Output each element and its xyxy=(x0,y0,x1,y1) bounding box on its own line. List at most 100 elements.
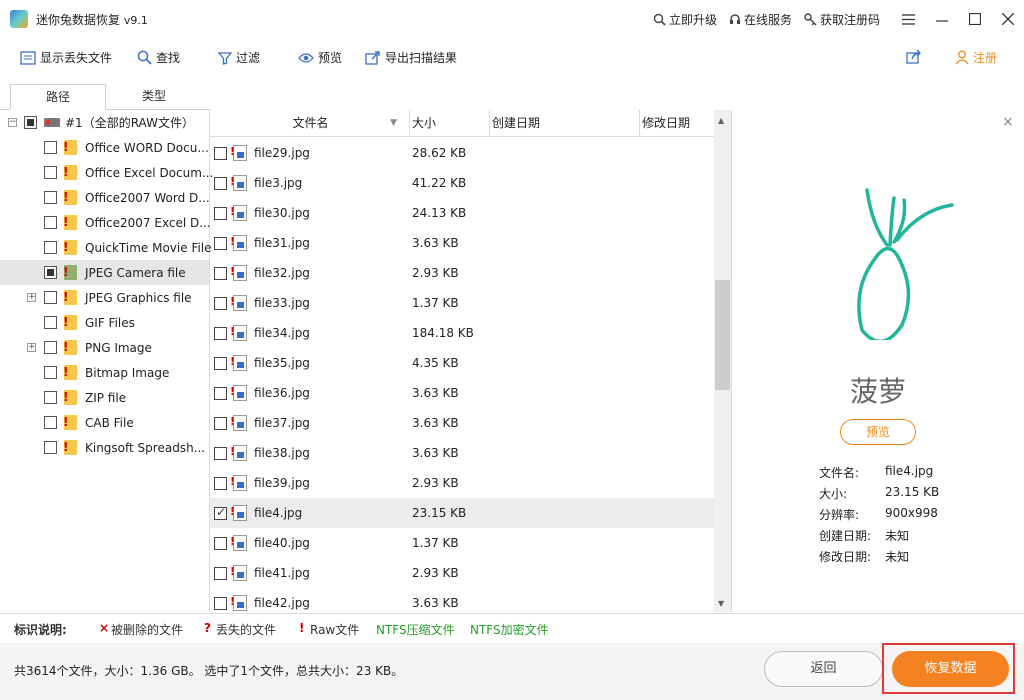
file-checkbox[interactable] xyxy=(214,177,227,190)
column-modified[interactable]: 修改日期 xyxy=(640,110,715,137)
file-checkbox[interactable] xyxy=(214,477,227,490)
tree-item[interactable]: ! Office WORD Docu... xyxy=(0,135,209,160)
tree-item[interactable]: ! ZIP file xyxy=(0,385,209,410)
tree-item-checkbox[interactable] xyxy=(44,441,57,454)
scroll-thumb[interactable] xyxy=(715,280,730,390)
file-checkbox[interactable] xyxy=(214,567,227,580)
expand-toggle[interactable]: + xyxy=(27,293,36,302)
tree-item[interactable]: ! GIF Files xyxy=(0,310,209,335)
file-checkbox[interactable] xyxy=(214,387,227,400)
tree-item[interactable]: +! JPEG Graphics file xyxy=(0,285,209,310)
find-button[interactable]: 查找 xyxy=(137,49,180,66)
column-created[interactable]: 创建日期 xyxy=(490,110,640,137)
file-checkbox[interactable] xyxy=(214,267,227,280)
back-button[interactable]: 返回 xyxy=(764,651,883,687)
share-button[interactable] xyxy=(906,49,926,64)
file-row[interactable]: ! file3.jpg 41.22 KB xyxy=(210,168,715,198)
close-preview-icon[interactable]: × xyxy=(1002,114,1014,130)
minimize-button[interactable] xyxy=(925,0,958,38)
scroll-up-icon[interactable]: ▲ xyxy=(718,116,724,125)
file-name: file4.jpg xyxy=(254,506,303,520)
file-row[interactable]: ! file35.jpg 4.35 KB xyxy=(210,348,715,378)
tree-item-checkbox[interactable] xyxy=(44,416,57,429)
tree-item-label: QuickTime Movie File xyxy=(85,240,212,255)
file-row[interactable]: ! file31.jpg 3.63 KB xyxy=(210,228,715,258)
tree-item-checkbox[interactable] xyxy=(44,391,57,404)
file-row[interactable]: ! file39.jpg 2.93 KB xyxy=(210,468,715,498)
file-row[interactable]: ! file36.jpg 3.63 KB xyxy=(210,378,715,408)
upgrade-link[interactable]: 立即升级 xyxy=(653,11,717,28)
preview-button[interactable]: 预览 xyxy=(840,419,916,445)
file-row[interactable]: ! file30.jpg 24.13 KB xyxy=(210,198,715,228)
tree-item-checkbox[interactable] xyxy=(44,366,57,379)
file-checkbox[interactable] xyxy=(214,505,227,520)
tab-path[interactable]: 路径 xyxy=(10,84,106,110)
tree-item[interactable]: ! Office2007 Word D... xyxy=(0,185,210,210)
tree-item-checkbox[interactable] xyxy=(44,341,57,354)
tree-item-checkbox[interactable] xyxy=(44,291,57,304)
export-scan-results-button[interactable]: 导出扫描结果 xyxy=(365,49,457,66)
file-row[interactable]: ! file40.jpg 1.37 KB xyxy=(210,528,715,558)
tree-item-checkbox[interactable] xyxy=(44,166,57,179)
file-row[interactable]: ! file29.jpg 28.62 KB xyxy=(210,138,715,168)
tree-item[interactable]: +! PNG Image xyxy=(0,335,209,360)
file-checkbox[interactable] xyxy=(214,417,227,430)
maximize-button[interactable] xyxy=(958,0,991,38)
tree-item-checkbox[interactable] xyxy=(44,141,57,154)
drive-icon xyxy=(44,118,60,127)
file-checkbox[interactable] xyxy=(214,147,227,160)
file-row[interactable]: ! file41.jpg 2.93 KB xyxy=(210,558,715,588)
menu-button[interactable] xyxy=(892,0,925,38)
close-window-button[interactable] xyxy=(991,0,1024,38)
online-service-link[interactable]: 在线服务 xyxy=(729,11,792,28)
tree-item[interactable]: ! Office Excel Docum... xyxy=(0,160,213,185)
tree-checkbox[interactable] xyxy=(24,116,37,129)
tree-item[interactable]: ! Kingsoft Spreadsh... xyxy=(0,435,209,460)
tree-item[interactable]: ! Office2007 Excel D... xyxy=(0,210,211,235)
tree-item-label: PNG Image xyxy=(85,340,152,355)
tree-item[interactable]: ! Bitmap Image xyxy=(0,360,209,385)
file-checkbox[interactable] xyxy=(214,297,227,310)
tree-item-checkbox[interactable] xyxy=(44,216,57,229)
tree-item[interactable]: ! QuickTime Movie File xyxy=(0,235,212,260)
file-row[interactable]: ! file37.jpg 3.63 KB xyxy=(210,408,715,438)
file-row[interactable]: ! file32.jpg 2.93 KB xyxy=(210,258,715,288)
file-row[interactable]: ! file38.jpg 3.63 KB xyxy=(210,438,715,468)
file-row[interactable]: ! file33.jpg 1.37 KB xyxy=(210,288,715,318)
tree-item[interactable]: ! JPEG Camera file xyxy=(0,260,209,285)
file-checkbox[interactable] xyxy=(214,597,227,610)
expand-toggle[interactable]: + xyxy=(27,343,36,352)
tree-item-checkbox[interactable] xyxy=(44,316,57,329)
file-checkbox[interactable] xyxy=(214,447,227,460)
file-list-scrollbar[interactable]: ▲ ▼ xyxy=(714,110,731,612)
filter-button[interactable]: 过滤 xyxy=(218,49,260,66)
raw-file-icon: ! xyxy=(63,190,77,205)
file-row[interactable]: ! file4.jpg 23.15 KB xyxy=(210,498,715,528)
tab-type[interactable]: 类型 xyxy=(106,84,202,110)
tree-item-checkbox[interactable] xyxy=(44,241,57,254)
show-lost-files-button[interactable]: 显示丢失文件 xyxy=(20,49,112,66)
recover-data-button[interactable]: 恢复数据 xyxy=(892,651,1009,687)
tree-item-checkbox[interactable] xyxy=(44,191,57,204)
file-row[interactable]: ! file42.jpg 3.63 KB xyxy=(210,588,715,613)
tree-item[interactable]: ! CAB File xyxy=(0,410,209,435)
legend-deleted: 被删除的文件 xyxy=(111,623,184,637)
collapse-toggle[interactable]: − xyxy=(8,118,17,127)
file-checkbox[interactable] xyxy=(214,237,227,250)
file-checkbox[interactable] xyxy=(214,357,227,370)
meta-value: file4.jpg xyxy=(885,464,934,478)
file-checkbox[interactable] xyxy=(214,327,227,340)
preview-toolbar-button[interactable]: 预览 xyxy=(298,49,342,66)
tree-root[interactable]: − #1（全部的RAW文件） xyxy=(0,110,209,135)
column-size[interactable]: 大小 xyxy=(410,110,490,137)
column-filename[interactable]: 文件名 ▼ xyxy=(210,110,410,137)
file-row[interactable]: ! file34.jpg 184.18 KB xyxy=(210,318,715,348)
register-button[interactable]: 注册 xyxy=(955,49,997,66)
get-license-link[interactable]: 获取注册码 xyxy=(804,11,880,28)
file-checkbox[interactable] xyxy=(214,537,227,550)
tree-item-checkbox[interactable] xyxy=(44,266,57,279)
scroll-down-icon[interactable]: ▼ xyxy=(718,599,724,608)
raw-file-icon: ! xyxy=(63,340,77,355)
file-checkbox[interactable] xyxy=(214,207,227,220)
meta-label: 修改日期: xyxy=(819,550,872,564)
